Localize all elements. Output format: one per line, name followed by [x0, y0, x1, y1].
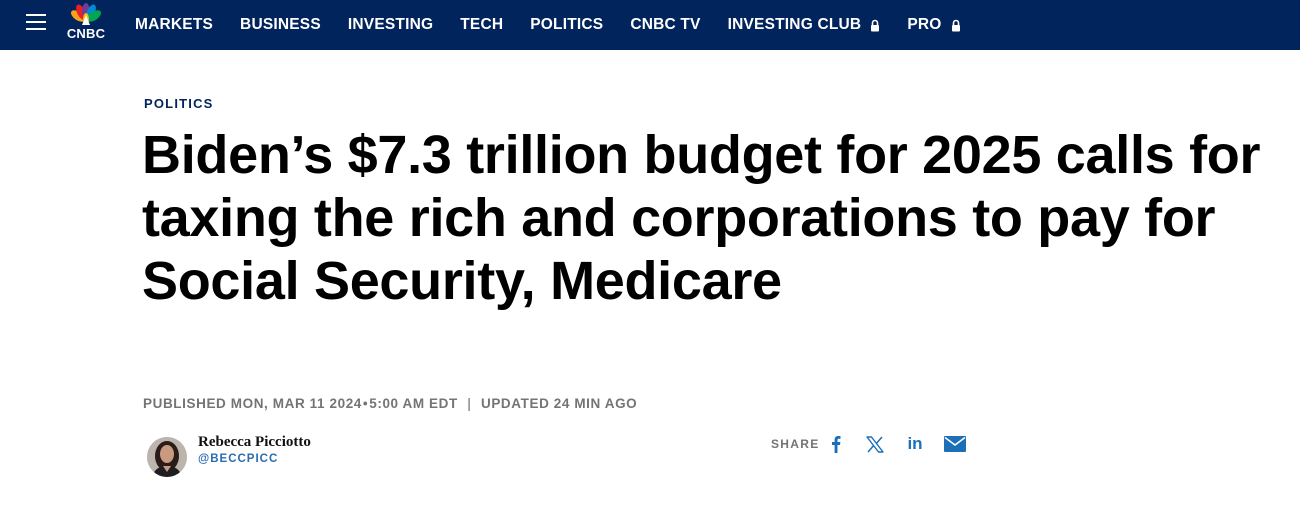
lock-icon	[871, 19, 880, 31]
main-nav: MARKETS BUSINESS INVESTING TECH POLITICS…	[135, 0, 988, 50]
timestamp-dot: •	[362, 396, 369, 411]
nav-label: INVESTING CLUB	[727, 16, 862, 33]
nav-label: TECH	[460, 16, 504, 33]
peacock-icon	[71, 3, 101, 25]
published-date: PUBLISHED MON, MAR 11 2024	[143, 396, 362, 411]
author-photo	[147, 437, 187, 477]
article-timestamp: PUBLISHED MON, MAR 11 2024•5:00 AM EDT |…	[143, 396, 637, 411]
logo-text: CNBC	[66, 26, 106, 41]
share-email-button[interactable]	[943, 434, 967, 454]
nav-label: MARKETS	[135, 16, 214, 33]
share-label: SHARE	[771, 437, 820, 451]
facebook-icon	[832, 436, 841, 453]
nav-label: INVESTING	[347, 16, 434, 33]
share-facebook-button[interactable]	[828, 434, 844, 454]
nav-item-investing-club[interactable]: INVESTING CLUB	[728, 16, 881, 34]
nav-label: POLITICS	[530, 16, 604, 33]
share-x-button[interactable]	[865, 434, 885, 454]
nav-item-pro[interactable]: PRO	[907, 16, 960, 34]
x-icon	[866, 435, 884, 453]
linkedin-icon: in	[907, 434, 923, 453]
nav-item-tech[interactable]: TECH	[460, 16, 503, 34]
nav-item-politics[interactable]: POLITICS	[530, 16, 603, 34]
published-time: 5:00 AM EDT	[369, 396, 458, 411]
mail-icon	[944, 436, 966, 452]
updated-time: UPDATED 24 MIN AGO	[480, 396, 638, 411]
section-eyebrow-link[interactable]: POLITICS	[144, 96, 214, 111]
nav-item-business[interactable]: BUSINESS	[240, 16, 321, 34]
share-linkedin-button[interactable]: in	[904, 434, 926, 454]
lock-icon	[951, 19, 960, 31]
author-avatar[interactable]	[147, 437, 187, 477]
nav-item-investing[interactable]: INVESTING	[348, 16, 433, 34]
nav-label: BUSINESS	[240, 16, 321, 33]
nav-item-cnbc-tv[interactable]: CNBC TV	[630, 16, 700, 34]
author-handle-link[interactable]: @BECCPICC	[198, 453, 278, 465]
article-headline: Biden’s $7.3 trillion budget for 2025 ca…	[142, 125, 1261, 311]
author-name-link[interactable]: Rebecca Picciotto	[198, 434, 311, 451]
menu-icon[interactable]	[26, 14, 46, 30]
top-navbar: CNBC MARKETS BUSINESS INVESTING TECH POL…	[0, 0, 1300, 50]
cnbc-logo[interactable]: CNBC	[62, 3, 110, 43]
nav-label: PRO	[907, 16, 942, 33]
nav-item-markets[interactable]: MARKETS	[135, 16, 213, 34]
timestamp-separator: |	[467, 396, 472, 411]
nav-label: CNBC TV	[630, 16, 701, 33]
